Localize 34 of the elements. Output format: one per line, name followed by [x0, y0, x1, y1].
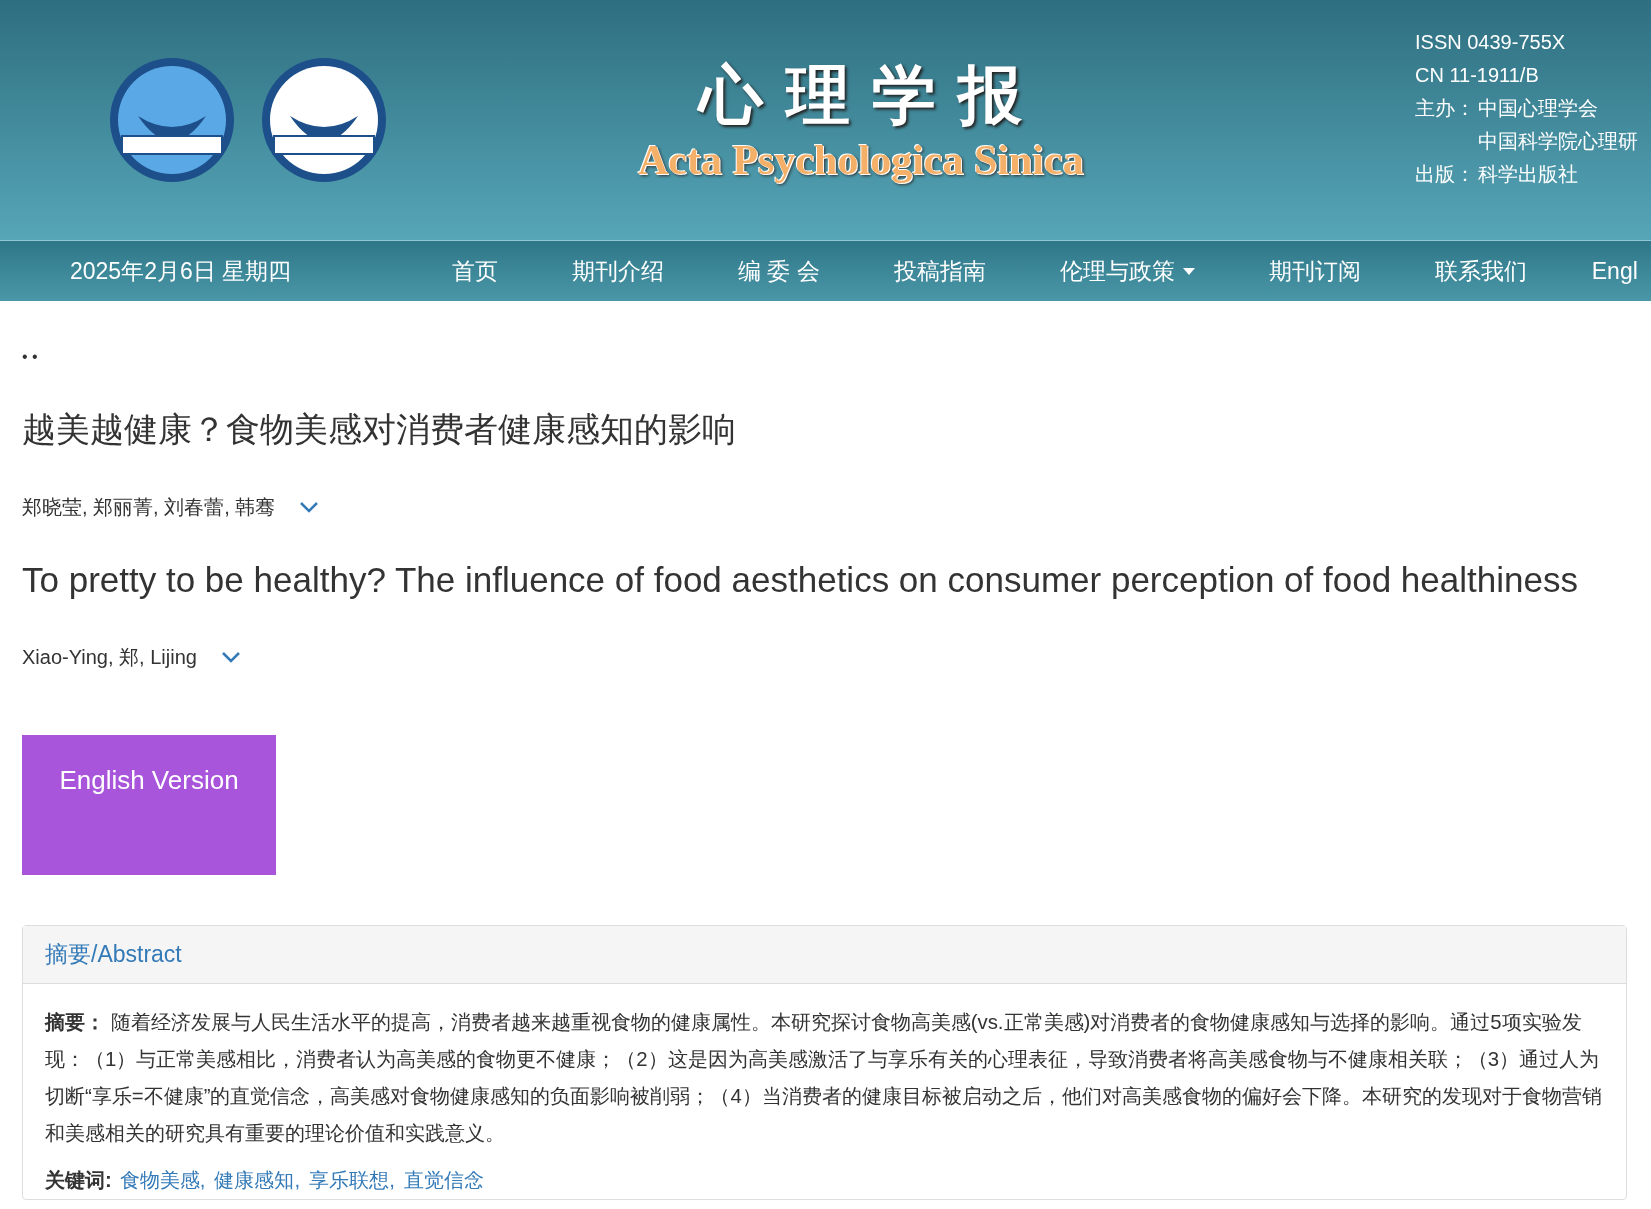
- journal-info-value: 中国心理学会: [1478, 96, 1598, 121]
- institute-emblem-icon: [260, 56, 388, 184]
- nav-link[interactable]: 投稿指南: [856, 253, 1023, 289]
- journal-info-label: 主办：: [1415, 96, 1476, 121]
- keyword-link[interactable]: 直觉信念: [403, 1162, 484, 1199]
- keyword-link[interactable]: 食物美感,: [119, 1162, 206, 1199]
- journal-info-label: 出版：: [1415, 162, 1476, 187]
- chevron-down-icon[interactable]: [220, 651, 241, 663]
- journal-subtitle: Acta Psychologica Sinica: [638, 136, 1084, 185]
- author-list: 郑晓莹, 郑丽菁, 刘春蕾, 韩骞: [22, 493, 276, 521]
- journal-info-value: 中国科学院心理研: [1478, 129, 1638, 154]
- article-title: 越美越健康？食物美感对消费者健康感知的影响: [22, 409, 737, 450]
- chevron-down-icon[interactable]: [299, 501, 320, 513]
- author-list: Xiao-Ying, 郑, Lijing: [22, 643, 197, 671]
- article-title-english: To pretty to be healthy? The influence of food aesthetics on consumer perception of food healthiness: [22, 559, 1579, 601]
- nav-link[interactable]: 首页: [415, 253, 535, 289]
- journal-info-label: ISSN 0439-755X: [1415, 30, 1566, 55]
- keyword-link[interactable]: 健康感知,: [214, 1162, 301, 1199]
- current-date: 2025年2月6日 星期四: [70, 256, 293, 286]
- nav-link[interactable]: 期刊订阅: [1231, 253, 1398, 289]
- journal-info-value: 科学出版社: [1478, 162, 1578, 187]
- abstract-text: 摘要： 随着经济发展与人民生活水平的提高，消费者越来越重视食物的健康属性。本研究探讨食物高美感(vs.正常美感)对消费者的食物健康感知与选择的影响。通过5项实验发现：（1）与正常美感相比，消费者认为高美感的食物更不健康；（2）这是因为高美感激活了与享乐有关的心理表征，导致消费者将高美感食物与不健康相关联；（3）通过人为切断“享乐=不健康”的直觉信念，高美感对食物健康感知的负面影响被削弱；（4）当消费者的健康目标被启动之后，他们对高美感食物的偏好会下降。本研究的发现对于食物营销和美感相关的研究具有重要的理论价值和实践意义。: [45, 1010, 1603, 1146]
- nav-link[interactable]: 联系我们: [1397, 253, 1564, 289]
- society-emblem-icon: [108, 56, 236, 184]
- journal-info-label: CN 11-1911/B: [1415, 63, 1539, 88]
- nav-link[interactable]: 编 委 会: [701, 253, 857, 289]
- keywords-label: 关键词:: [45, 1168, 112, 1193]
- english-version-button[interactable]: English Version: [22, 735, 276, 875]
- nav-link[interactable]: 伦理与政策: [1022, 253, 1232, 289]
- keyword-link[interactable]: 享乐联想,: [309, 1162, 395, 1199]
- abstract-heading: 摘要/Abstract: [23, 926, 1626, 984]
- nav-link[interactable]: Engl: [1591, 253, 1638, 289]
- breadcrumb: • •: [22, 347, 39, 367]
- nav-link[interactable]: 期刊介绍: [535, 253, 701, 289]
